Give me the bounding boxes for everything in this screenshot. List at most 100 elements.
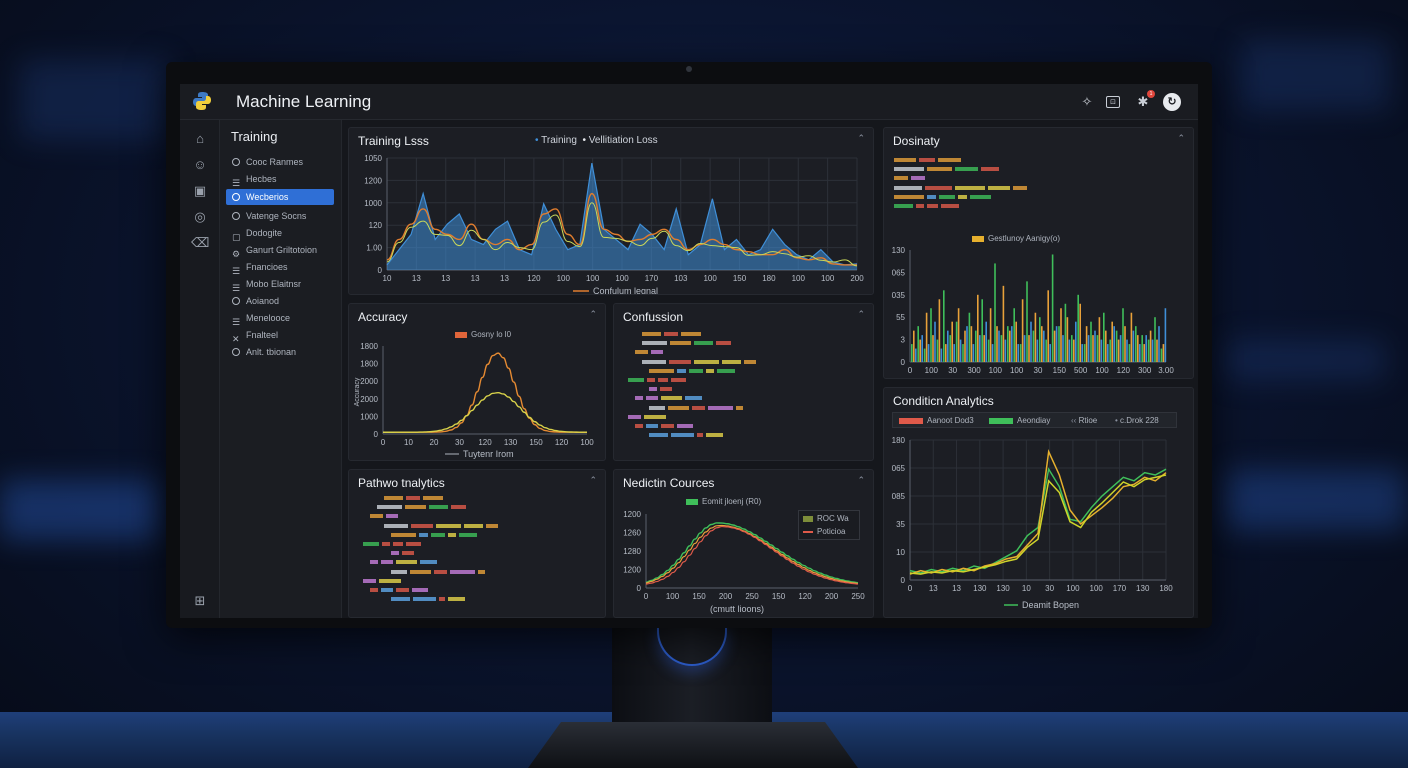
- background-blur: [1225, 470, 1405, 530]
- density-bar: [1162, 344, 1165, 362]
- code-token: [384, 523, 408, 528]
- box-icon[interactable]: ⊞: [191, 592, 209, 610]
- sidebar-item-label: Menelooce: [246, 313, 291, 323]
- density-bar: [983, 335, 985, 362]
- code-token: [384, 496, 403, 500]
- x-tick-label: 100: [1066, 584, 1080, 593]
- python-logo-icon[interactable]: [192, 91, 212, 111]
- density-bar: [1085, 326, 1088, 362]
- x-tick-label: 120: [527, 274, 541, 283]
- training-loss-chart: 1050120010001201.00010 13 13 13 13 120 100 100 1…: [364, 154, 864, 294]
- collapse-chevron-icon[interactable]: ⌃: [857, 475, 865, 486]
- webcam: [686, 66, 692, 72]
- condition-line-chart: 180065085351000 13 13 130 130 10 30 100 100 170 13…: [892, 436, 1174, 610]
- sidebar-item[interactable]: Cooc Ranmes: [226, 154, 334, 170]
- density-bar: [1019, 344, 1022, 362]
- sidebar-item[interactable]: Vatenge Socns: [226, 208, 334, 224]
- collapse-chevron-icon[interactable]: ⌃: [857, 133, 865, 144]
- code-token: [697, 433, 703, 438]
- code-line: [628, 431, 759, 440]
- density-bar: [1083, 344, 1086, 362]
- sidebar-item[interactable]: ⚙ Ganurt Griltotoion: [226, 242, 334, 259]
- sidebar-item[interactable]: Anlt. tbionan: [226, 344, 334, 360]
- x-tick-label: 500: [1074, 366, 1088, 375]
- sidebar-item[interactable]: ▢ Dodogite: [226, 225, 334, 242]
- density-bar: [1154, 317, 1156, 362]
- density-bar: [919, 339, 921, 362]
- code-token: [405, 505, 426, 510]
- code-token: [459, 532, 477, 537]
- list-icon: ☰: [232, 266, 241, 276]
- x-tick-label: 120: [478, 438, 492, 447]
- legend-entry: Aeondiay: [989, 416, 1050, 425]
- sidebar-item[interactable]: Aoianod: [226, 293, 334, 309]
- app-window: Machine Learning ✧ ⊡ ✱ 1 ↻ ⌂ ☺ ▣ ◎ ⌫ ⊞ Tr…: [180, 84, 1198, 618]
- code-line: [894, 165, 1030, 174]
- collapse-chevron-icon[interactable]: ⌃: [589, 475, 597, 486]
- y-tick-label: 0: [901, 358, 906, 367]
- avatar[interactable]: ↻: [1163, 93, 1181, 111]
- density-bar: [1039, 317, 1041, 362]
- x-tick-label: 150: [733, 274, 747, 283]
- x-tick-label: 13: [471, 274, 480, 283]
- sidebar-item[interactable]: ☰ Menelooce: [226, 310, 334, 327]
- home-icon[interactable]: ⌂: [191, 130, 209, 148]
- legend-label: Training: [541, 135, 577, 146]
- trash-icon[interactable]: ⌫: [191, 234, 209, 252]
- y-tick-label: 130: [892, 246, 906, 255]
- bell-icon[interactable]: ✱ 1: [1134, 90, 1155, 111]
- sidebar-title: Training: [231, 129, 278, 144]
- density-bar: [1062, 335, 1064, 362]
- sidebar-item[interactable]: ☰ Hecbes: [226, 171, 334, 188]
- calendar-icon[interactable]: ▣: [191, 182, 209, 200]
- sidebar-item[interactable]: ✕ Fnalteel: [226, 327, 334, 344]
- code-line: [894, 184, 1030, 193]
- density-bar: [1015, 321, 1017, 362]
- collapse-chevron-icon[interactable]: ⌃: [857, 309, 865, 320]
- density-bar: [1011, 326, 1013, 362]
- sidebar-item[interactable]: ☰ Mobo Elaitnsr: [226, 276, 334, 293]
- x-tick-label: 0: [908, 366, 913, 375]
- code-block: [363, 494, 501, 604]
- x-tick-label: 150: [692, 592, 706, 601]
- notification-badge: 1: [1147, 90, 1155, 98]
- chat-icon[interactable]: ◎: [191, 208, 209, 226]
- density-bar: [925, 312, 928, 362]
- density-bar: [1139, 344, 1141, 362]
- code-block: [894, 156, 1030, 211]
- code-token: [363, 578, 376, 583]
- x-tick-label: 100: [925, 366, 939, 375]
- code-token: [379, 578, 401, 583]
- density-bar: [1047, 290, 1049, 362]
- chart-legend: • Training • Vellitiation Loss: [535, 135, 658, 146]
- y-tick-label: 1260: [623, 529, 641, 538]
- x-tick-label: 100: [557, 274, 571, 283]
- share-icon[interactable]: ✧: [1078, 93, 1096, 111]
- code-line: [363, 503, 501, 512]
- icon-rail: ⌂ ☺ ▣ ◎ ⌫ ⊞: [180, 120, 220, 618]
- collapse-chevron-icon[interactable]: ⌃: [1177, 133, 1185, 144]
- chart-legend: Gosny lo l0: [455, 330, 511, 339]
- x-tick-label: 10: [1022, 584, 1031, 593]
- legend-label: Aeondiay: [1017, 416, 1051, 425]
- circle-icon: ☰: [232, 178, 241, 188]
- collapse-chevron-icon[interactable]: ⌃: [589, 309, 597, 320]
- code-token: [646, 424, 658, 429]
- sidebar-item-active[interactable]: Wecberios: [226, 189, 334, 205]
- legend-entry: ‹‹ Rtioe: [1071, 416, 1097, 425]
- people-icon[interactable]: ☺: [191, 156, 209, 174]
- code-token: [668, 405, 689, 410]
- code-line: [628, 339, 759, 348]
- sidebar-item[interactable]: ☰ Fnancioes: [226, 259, 334, 276]
- code-token: [894, 185, 922, 190]
- code-token: [925, 185, 952, 190]
- density-bar: [923, 348, 926, 362]
- code-token: [669, 359, 691, 364]
- code-token: [450, 569, 475, 574]
- code-token: [670, 341, 691, 346]
- x-tick-label: 0: [644, 592, 649, 601]
- density-bar: [1030, 321, 1032, 362]
- window-icon[interactable]: ⊡: [1106, 96, 1120, 108]
- density-bar: [1092, 335, 1094, 362]
- y-tick-label: 065: [892, 268, 906, 277]
